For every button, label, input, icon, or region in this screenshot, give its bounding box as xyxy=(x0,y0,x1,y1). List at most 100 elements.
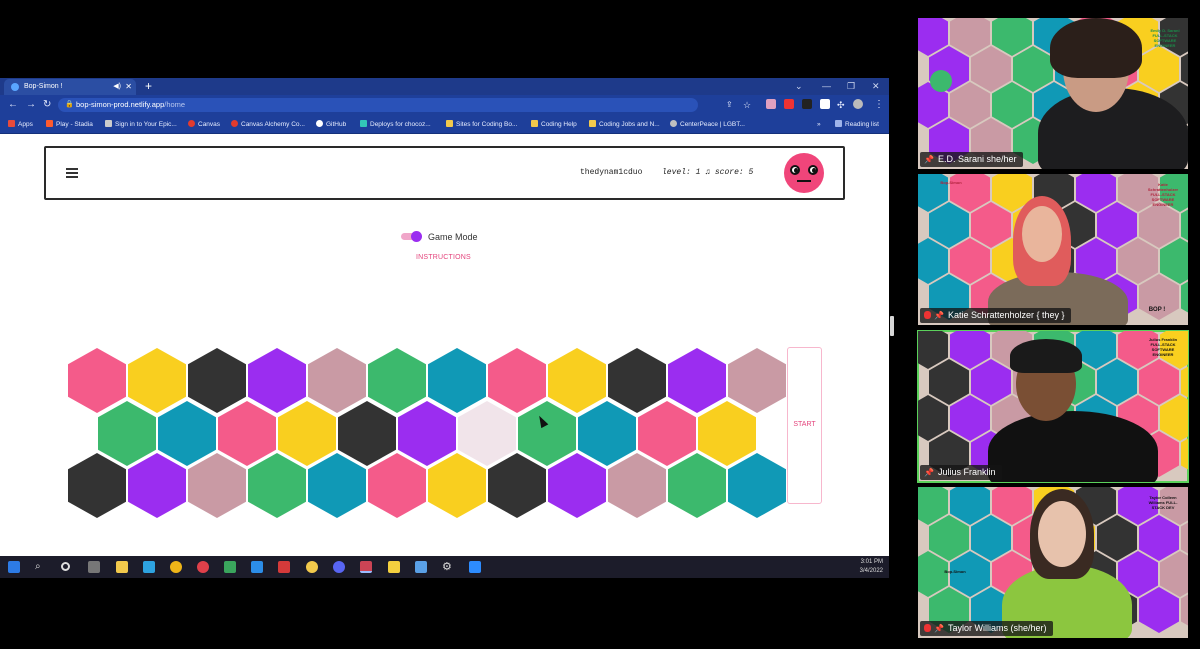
git-icon[interactable] xyxy=(278,561,290,573)
zoom-icon[interactable] xyxy=(469,561,481,573)
hex-tile-rose[interactable] xyxy=(728,348,786,413)
discord-icon[interactable] xyxy=(333,561,345,573)
panel-resize-handle[interactable] xyxy=(890,316,894,336)
cortana-icon[interactable] xyxy=(61,562,70,571)
new-tab-button[interactable]: + xyxy=(145,78,152,94)
extensions-puzzle-icon[interactable]: ✣ xyxy=(837,98,845,112)
hex-tile-rose[interactable] xyxy=(188,453,246,518)
video-tile[interactable]: Taylor Colleen Williams FULL-STACK DEV B… xyxy=(918,487,1188,638)
reload-icon[interactable]: ↻ xyxy=(43,98,51,112)
back-icon[interactable]: ← xyxy=(8,98,18,112)
instructions-link[interactable]: INSTRUCTIONS xyxy=(416,254,471,261)
music-note-icon[interactable]: ♫ xyxy=(705,168,710,177)
hex-tile-green[interactable] xyxy=(368,348,426,413)
browser-menu-icon[interactable]: ⋮ xyxy=(874,98,884,112)
extension-icon[interactable] xyxy=(766,99,776,109)
hex-tile-black[interactable] xyxy=(488,453,546,518)
sticky-notes-icon[interactable] xyxy=(388,561,400,573)
hex-tile-purple[interactable] xyxy=(668,348,726,413)
hex-tile-yellow[interactable] xyxy=(278,401,336,466)
hex-tile-yellow[interactable] xyxy=(428,453,486,518)
hex-tile-rose[interactable] xyxy=(608,453,666,518)
hex-tile-pink[interactable] xyxy=(218,401,276,466)
hex-tile-purple[interactable] xyxy=(248,348,306,413)
bookmark-deploys[interactable]: Deploys for chocoz... xyxy=(360,115,431,134)
game-mode-toggle[interactable] xyxy=(401,231,423,242)
speaker-icon[interactable]: ◀) xyxy=(113,79,121,95)
hex-tile-purple[interactable] xyxy=(398,401,456,466)
hex-tile-purple[interactable] xyxy=(128,453,186,518)
bookmark-folder[interactable]: Coding Help xyxy=(531,115,577,134)
hex-tile-pink[interactable] xyxy=(68,348,126,413)
extension-icon[interactable] xyxy=(802,99,812,109)
extension-icon[interactable] xyxy=(820,99,830,109)
reading-list-button[interactable]: Reading list xyxy=(835,115,879,134)
hex-tile-purple[interactable] xyxy=(548,453,606,518)
hex-tile-black[interactable] xyxy=(68,453,126,518)
hex-tile-pink[interactable] xyxy=(488,348,546,413)
hex-tile-black[interactable] xyxy=(188,348,246,413)
hex-tile-pink[interactable] xyxy=(368,453,426,518)
bookmark-epic[interactable]: Sign in to Your Epic... xyxy=(105,115,177,134)
video-tile[interactable]: Emily D. Sarani FULL-STACK SOFTWARE ENGI… xyxy=(918,18,1188,169)
settings-gear-icon[interactable]: ⚙ xyxy=(442,561,454,573)
bookmark-canvas[interactable]: Canvas xyxy=(188,115,220,134)
task-view-icon[interactable] xyxy=(88,561,100,573)
maximize-button[interactable]: ❐ xyxy=(847,78,855,94)
hex-tile-yellow[interactable] xyxy=(698,401,756,466)
hex-tile-pink[interactable] xyxy=(638,401,696,466)
hex-tile-rose[interactable] xyxy=(308,348,366,413)
bop-app-icon[interactable] xyxy=(306,561,318,573)
hex-tile-green[interactable] xyxy=(248,453,306,518)
bookmark-star-icon[interactable]: ☆ xyxy=(743,98,751,112)
more-bookmarks-button[interactable]: » xyxy=(817,115,821,134)
video-tile-active-speaker[interactable]: Julius Franklin FULL-STACK SOFTWARE ENGI… xyxy=(917,330,1189,483)
file-explorer-icon[interactable] xyxy=(116,561,128,573)
hex-tile-teal[interactable] xyxy=(428,348,486,413)
tab-search-icon[interactable]: ⌄ xyxy=(795,78,803,94)
hex-tile-teal[interactable] xyxy=(308,453,366,518)
extension-icon[interactable] xyxy=(784,99,794,109)
hex-tile-green[interactable] xyxy=(98,401,156,466)
bookmark-apps[interactable]: Apps xyxy=(8,115,33,134)
hex-tile-yellow[interactable] xyxy=(548,348,606,413)
menu-icon[interactable] xyxy=(66,168,78,181)
bookmark-canvas-alchemy[interactable]: Canvas Alchemy Co... xyxy=(231,115,305,134)
hex-tile-teal[interactable] xyxy=(158,401,216,466)
gitkraken-icon[interactable] xyxy=(224,561,236,573)
share-icon[interactable]: ⇪ xyxy=(726,98,733,112)
video-tile[interactable]: Katie Schrattenholzer FULL-STACK SOFTWAR… xyxy=(918,174,1188,325)
bookmark-folder[interactable]: Coding Jobs and N... xyxy=(589,115,660,134)
hex-tile-blush[interactable] xyxy=(458,401,516,466)
hex-tile-teal[interactable] xyxy=(728,453,786,518)
chrome-icon[interactable] xyxy=(170,561,182,573)
hex-tile-yellow[interactable] xyxy=(128,348,186,413)
hex-tile-black[interactable] xyxy=(608,348,666,413)
chrome-profile-icon[interactable] xyxy=(197,561,209,573)
hex-tile-black[interactable] xyxy=(338,401,396,466)
bookmark-stadia[interactable]: Play - Stadia xyxy=(46,115,93,134)
close-tab-icon[interactable]: ✕ xyxy=(125,79,132,95)
minimize-button[interactable]: — xyxy=(822,78,831,94)
hex-tile-teal[interactable] xyxy=(578,401,636,466)
bookmark-github[interactable]: GitHub xyxy=(316,115,346,134)
vscode-icon[interactable] xyxy=(251,561,263,573)
folder-icon xyxy=(446,120,453,127)
forward-icon[interactable]: → xyxy=(26,98,36,112)
lightshot-icon[interactable] xyxy=(143,561,155,573)
windows-start-icon[interactable] xyxy=(8,561,20,573)
bookmark-folder[interactable]: Sites for Coding Bo... xyxy=(446,115,517,134)
system-clock[interactable]: 3:01 PM 3/4/2022 xyxy=(860,558,883,576)
hex-tile-green[interactable] xyxy=(518,401,576,466)
browser-tab[interactable]: Bop-Simon ! ◀) ✕ xyxy=(4,79,136,95)
background-hex xyxy=(1139,274,1179,320)
start-button[interactable]: START xyxy=(787,347,822,504)
address-bar[interactable]: 🔒 bop-simon-prod.netlify.app/home xyxy=(58,98,698,112)
close-window-button[interactable]: ✕ xyxy=(872,78,880,94)
hex-tile-green[interactable] xyxy=(668,453,726,518)
photos-icon[interactable] xyxy=(415,561,427,573)
chrome-active-icon[interactable] xyxy=(360,561,372,573)
search-icon[interactable]: ⌕ xyxy=(35,561,47,573)
profile-avatar[interactable] xyxy=(853,99,863,109)
bookmark-centerpeace[interactable]: CenterPeace | LGBT... xyxy=(670,115,745,134)
